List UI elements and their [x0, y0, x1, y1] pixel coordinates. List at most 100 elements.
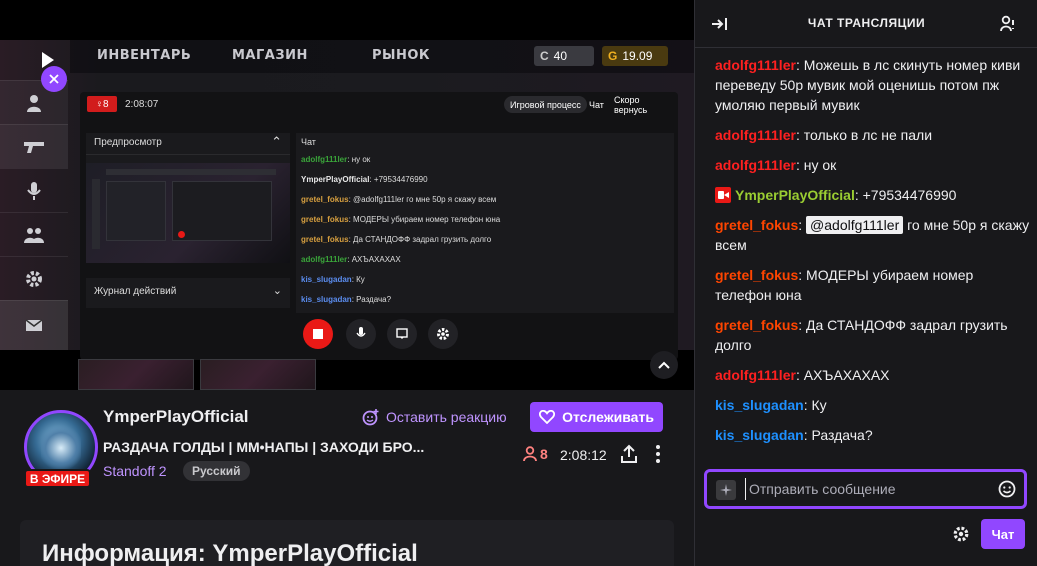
preview-header: Предпросмотр ⌃	[86, 133, 290, 155]
person-small-icon: ♀	[95, 98, 103, 110]
action-log-section: Журнал действий ⌄	[86, 278, 290, 308]
chat-message: adolfg111ler: Можешь в лс скинуть номер …	[715, 55, 1030, 115]
chat-username[interactable]: adolfg111ler	[715, 367, 796, 383]
mini-chat-text: : +79534476990	[369, 175, 428, 184]
chevron-up-icon	[650, 351, 678, 379]
chevron-down-icon: ⌄	[272, 285, 282, 297]
mini-chat-text: : ну ок	[347, 155, 371, 164]
chat-username[interactable]: gretel_fokus	[715, 217, 798, 233]
mini-chat-text: : АХЪАХАХАХ	[347, 255, 401, 264]
chat-toggle-button	[387, 319, 417, 349]
stream-title: РАЗДАЧА ГОЛДЫ | ММ•НАПЫ | ЗАХОДИ БРО...	[103, 439, 425, 455]
channel-name[interactable]: YmperPlayOfficial	[103, 407, 249, 427]
chat-username[interactable]: kis_slugadan	[715, 397, 804, 413]
game-screen: ИНВЕНТАРЬ МАГАЗИН РЫНОК C 40 G 19.09 ♀ 8…	[0, 40, 694, 390]
send-button[interactable]: Чат	[981, 519, 1025, 549]
game-side-menu	[0, 80, 68, 350]
silver-amount: 40	[553, 49, 568, 63]
chat-message: gretel_fokus: МОДЕРЫ убираем номер телеф…	[715, 265, 1030, 305]
action-log-label: Журнал действий	[94, 286, 177, 297]
mini-chat-user: kis_slugadan	[301, 295, 352, 304]
stream-app-panel: ♀ 8 2:08:07 Игровой процесс Чат Скоро ве…	[80, 92, 678, 360]
mini-chat-user: adolfg111ler	[301, 155, 348, 164]
mini-chat-section: Чат adolfg111ler: ну ок YmperPlayOfficial…	[296, 133, 674, 313]
page: ИНВЕНТАРЬ МАГАЗИН РЫНОК C 40 G 19.09 ♀ 8…	[0, 0, 1037, 566]
mini-chat-user: gretel_fokus	[301, 195, 349, 204]
close-button[interactable]	[41, 66, 67, 92]
mini-chat-user: gretel_fokus	[301, 215, 349, 224]
mini-chat-text: : Раздача?	[351, 295, 392, 304]
close-icon	[49, 74, 59, 84]
chat-input-box[interactable]	[704, 469, 1027, 509]
chat-username[interactable]: adolfg111ler	[715, 157, 796, 173]
chat-username[interactable]: YmperPlayOfficial	[735, 187, 855, 203]
live-badge: В ЭФИРЕ	[24, 469, 91, 488]
person-icon	[523, 446, 537, 462]
silver-currency: C 40	[534, 46, 594, 66]
follow-button[interactable]: Отслеживать	[530, 402, 663, 432]
chat-username[interactable]: gretel_fokus	[715, 317, 798, 333]
record-time: 2:08:07	[125, 99, 159, 110]
gear-icon[interactable]	[952, 525, 970, 543]
users-icon[interactable]	[1000, 15, 1018, 33]
chat-separator: :	[798, 217, 807, 233]
stream-info: В ЭФИРЕ YmperPlayOfficial РАЗДАЧА ГОЛДЫ …	[0, 390, 694, 566]
mini-chat-line: gretel_fokus: @adolfg111ler го мне 50р я…	[301, 195, 496, 204]
chat-username[interactable]: adolfg111ler	[715, 57, 796, 73]
chat-text: : Раздача?	[803, 427, 873, 443]
share-icon[interactable]	[620, 444, 638, 464]
settings-button	[428, 319, 458, 349]
about-heading: Информация: YmperPlayOfficial	[42, 540, 418, 566]
chat-text: : Ку	[803, 397, 827, 413]
game-tab-shop: МАГАЗИН	[232, 48, 308, 63]
mini-chat-user: gretel_fokus	[301, 235, 349, 244]
chat-messages: adolfg111ler: Можешь в лс скинуть номер …	[715, 55, 1030, 455]
chat-mention[interactable]: @adolfg111ler	[806, 216, 904, 234]
chat-message: adolfg111ler: только в лс не пали	[715, 125, 1030, 145]
chat-username[interactable]: kis_slugadan	[715, 427, 804, 443]
group-icon	[0, 212, 68, 256]
game-top-bar: ИНВЕНТАРЬ МАГАЗИН РЫНОК C 40 G 19.09	[70, 40, 694, 73]
category-link[interactable]: Standoff 2	[103, 463, 167, 479]
mini-chat-text: : МОДЕРЫ убираем номер телефон юна	[348, 215, 501, 224]
chat-message: kis_slugadan: Ку	[715, 395, 1030, 415]
language-tag[interactable]: Русский	[183, 461, 250, 481]
chat-input[interactable]	[745, 478, 985, 500]
chat-message: gretel_fokus: Да СТАНДОФФ задрал грузить…	[715, 315, 1030, 355]
emote-icon[interactable]	[998, 480, 1016, 498]
more-icon[interactable]	[651, 444, 665, 464]
mic-icon	[356, 327, 366, 337]
mic-button	[346, 319, 376, 349]
mini-chat-user: kis_slugadan	[301, 275, 352, 284]
mail-icon	[0, 300, 68, 350]
inventory-thumbnails	[78, 359, 316, 390]
viewer-count-value: 8	[540, 446, 548, 462]
chat-message: YmperPlayOfficial: +79534476990	[715, 185, 1030, 205]
mini-chat-text: : Ку	[351, 275, 365, 284]
chat-text: : только в лс не пали	[795, 127, 933, 143]
brb-button: Скоро вернусь	[614, 94, 648, 115]
chat-message: gretel_fokus: @adolfg111ler го мне 50р я…	[715, 215, 1030, 255]
mini-chat-text: : Да СТАНДОФФ задрал грузить долго	[348, 235, 492, 244]
chat-username[interactable]: gretel_fokus	[715, 267, 798, 283]
mini-chat-line: gretel_fokus: Да СТАНДОФФ задрал грузить…	[301, 235, 491, 244]
chat-text: : +79534476990	[854, 187, 957, 203]
record-viewers-count: 8	[102, 98, 109, 110]
react-label: Оставить реакцию	[386, 409, 507, 425]
stop-icon	[313, 329, 323, 339]
gold-coin-icon: G	[608, 49, 618, 63]
mini-chat-line: adolfg111ler: АХЪАХАХАХ	[301, 255, 401, 264]
chat-username[interactable]: adolfg111ler	[715, 127, 796, 143]
sparkle-icon[interactable]	[716, 480, 736, 500]
chat-panel: ЧАТ ТРАНСЛЯЦИИ adolfg111ler: Можешь в лс…	[694, 0, 1037, 566]
chat-message: kis_slugadan: Раздача?	[715, 425, 1030, 445]
broadcaster-badge-icon	[715, 187, 731, 203]
chat-text: : ну ок	[795, 157, 837, 173]
stream-uptime: 2:08:12	[560, 447, 607, 463]
mini-chat-text: : @adolfg111ler го мне 50р я скажу всем	[348, 195, 497, 204]
react-button[interactable]: Оставить реакцию	[362, 407, 507, 427]
game-tab-inventory: ИНВЕНТАРЬ	[97, 48, 192, 63]
preview-label: Предпросмотр	[94, 137, 162, 148]
mini-chat-label: Чат	[301, 137, 316, 147]
video-player[interactable]: ИНВЕНТАРЬ МАГАЗИН РЫНОК C 40 G 19.09 ♀ 8…	[0, 0, 694, 390]
